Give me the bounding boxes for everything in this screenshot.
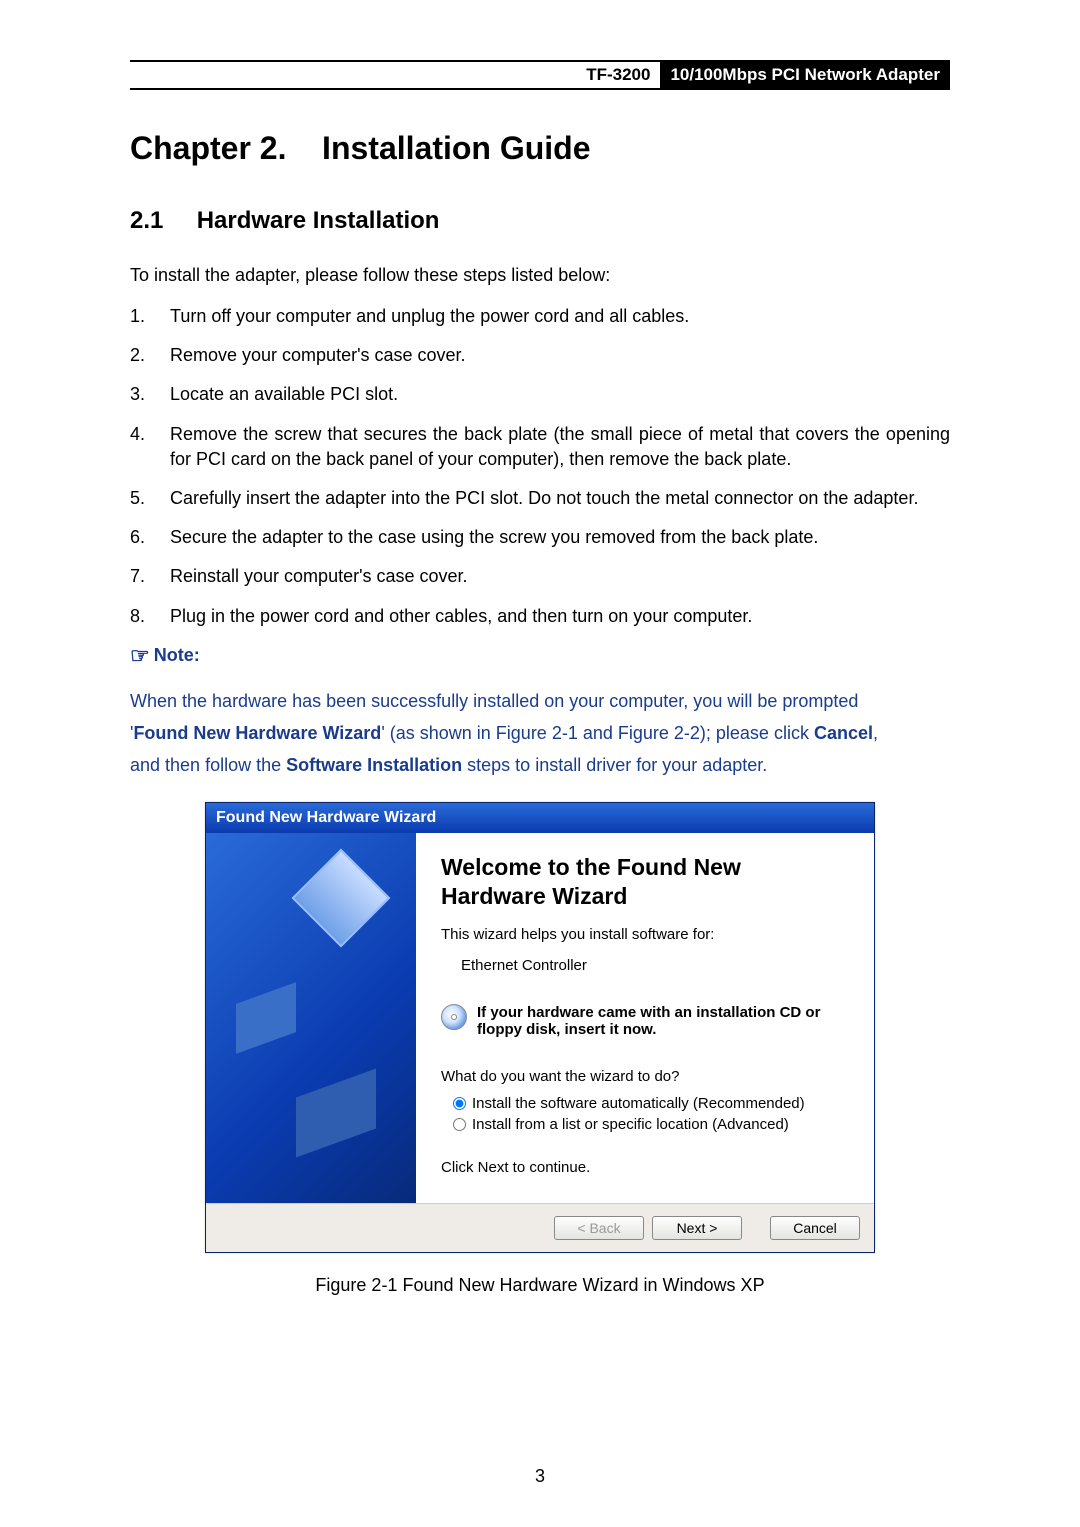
cancel-button[interactable]: Cancel [770, 1216, 860, 1240]
note-label: Note: [154, 645, 200, 666]
back-button[interactable]: < Back [554, 1216, 644, 1240]
list-item: 5.Carefully insert the adapter into the … [130, 486, 950, 511]
radio-advanced-install[interactable]: Install from a list or specific location… [453, 1116, 849, 1133]
list-item: 4.Remove the screw that secures the back… [130, 422, 950, 472]
note-body: When the hardware has been successfully … [130, 685, 950, 782]
intro-text: To install the adapter, please follow th… [130, 265, 950, 286]
wizard-device-name: Ethernet Controller [461, 957, 849, 974]
header-model: TF-3200 [586, 65, 660, 85]
wizard-question: What do you want the wizard to do? [441, 1068, 849, 1085]
radio-auto-install[interactable]: Install the software automatically (Reco… [453, 1095, 849, 1112]
list-item: 6.Secure the adapter to the case using t… [130, 525, 950, 550]
page-number: 3 [0, 1466, 1080, 1487]
install-steps: 1.Turn off your computer and unplug the … [130, 304, 950, 629]
section-title: 2.1 Hardware Installation [130, 207, 950, 235]
cd-icon [441, 1004, 467, 1030]
header-product: 10/100Mbps PCI Network Adapter [660, 62, 950, 88]
note-heading: ☞ Note: [130, 643, 950, 669]
device-icon [292, 848, 391, 947]
wizard-cd-hint: If your hardware came with an installati… [441, 1004, 849, 1038]
page-header: TF-3200 10/100Mbps PCI Network Adapter [130, 60, 950, 90]
list-item: 1.Turn off your computer and unplug the … [130, 304, 950, 329]
wizard-button-row: < Back Next > Cancel [206, 1203, 874, 1252]
list-item: 3.Locate an available PCI slot. [130, 382, 950, 407]
radio-auto-input[interactable] [453, 1097, 466, 1110]
wizard-continue-text: Click Next to continue. [441, 1159, 849, 1176]
radio-advanced-input[interactable] [453, 1118, 466, 1131]
list-item: 2.Remove your computer's case cover. [130, 343, 950, 368]
list-item: 8.Plug in the power cord and other cable… [130, 604, 950, 629]
list-item: 7.Reinstall your computer's case cover. [130, 564, 950, 589]
dialog-titlebar: Found New Hardware Wizard [206, 803, 874, 833]
next-button[interactable]: Next > [652, 1216, 742, 1240]
wizard-sidebar-graphic [206, 833, 416, 1203]
hardware-wizard-dialog: Found New Hardware Wizard Welcome to the… [205, 802, 875, 1253]
chapter-title: Chapter 2. Installation Guide [130, 130, 950, 167]
wizard-subtext: This wizard helps you install software f… [441, 926, 849, 943]
hand-point-icon: ☞ [130, 643, 150, 669]
wizard-heading: Welcome to the Found New Hardware Wizard [441, 853, 849, 911]
figure-caption: Figure 2-1 Found New Hardware Wizard in … [130, 1275, 950, 1296]
